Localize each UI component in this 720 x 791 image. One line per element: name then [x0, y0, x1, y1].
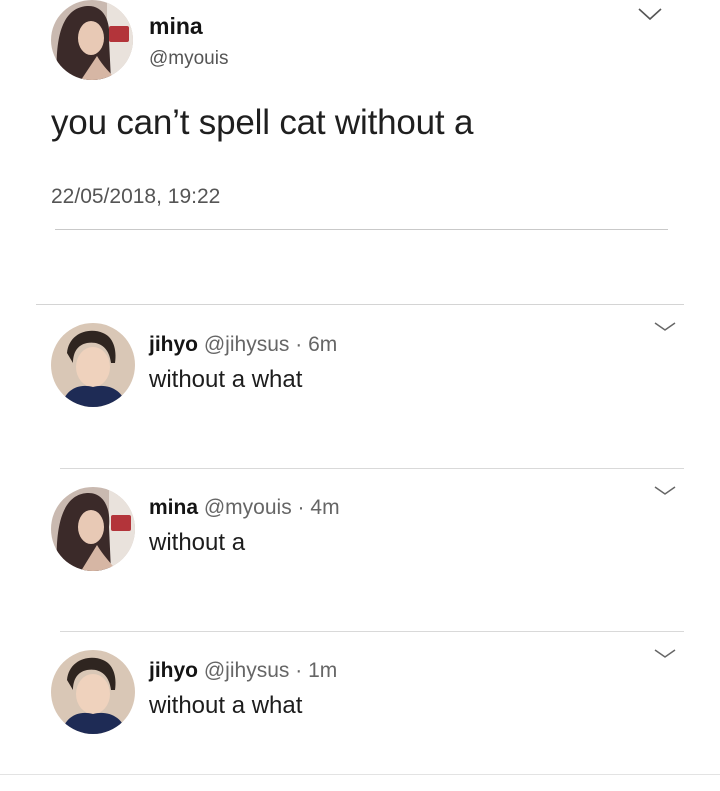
reply-time[interactable]: 4m — [310, 496, 339, 519]
author-name[interactable]: jihyo — [149, 333, 198, 356]
separator: · — [295, 333, 303, 356]
chevron-down-icon[interactable] — [654, 484, 676, 496]
author-handle[interactable]: @jihysus — [204, 333, 290, 356]
avatar[interactable] — [51, 323, 135, 407]
divider — [36, 304, 684, 305]
reply-header: jihyo @jihysus · 1m — [149, 659, 337, 683]
divider — [60, 468, 684, 469]
author-name[interactable]: mina — [149, 496, 198, 519]
reply-text: without a what — [149, 692, 303, 719]
reply-text: without a — [149, 529, 246, 556]
avatar[interactable] — [51, 0, 133, 80]
reply-header: mina @myouis · 4m — [149, 496, 340, 520]
reply-text: without a what — [149, 366, 303, 393]
chevron-down-icon[interactable] — [654, 320, 676, 332]
author-name[interactable]: mina — [149, 13, 203, 40]
divider — [55, 229, 668, 230]
reply-time[interactable]: 6m — [308, 333, 337, 356]
tweet-text: you can’t spell cat without a — [51, 103, 474, 142]
author-handle[interactable]: @jihysus — [204, 659, 290, 682]
author-name[interactable]: jihyo — [149, 659, 198, 682]
chevron-down-icon[interactable] — [637, 6, 663, 22]
author-handle[interactable]: @myouis — [149, 48, 228, 70]
avatar[interactable] — [51, 650, 135, 734]
author-handle[interactable]: @myouis — [204, 496, 292, 519]
tweet-timestamp[interactable]: 22/05/2018, 19:22 — [51, 185, 220, 209]
chevron-down-icon[interactable] — [654, 647, 676, 659]
divider — [60, 631, 684, 632]
separator: · — [297, 496, 305, 519]
reply-time[interactable]: 1m — [308, 659, 337, 682]
separator: · — [295, 659, 303, 682]
avatar[interactable] — [51, 487, 135, 571]
divider — [0, 774, 720, 775]
reply-header: jihyo @jihysus · 6m — [149, 333, 337, 357]
